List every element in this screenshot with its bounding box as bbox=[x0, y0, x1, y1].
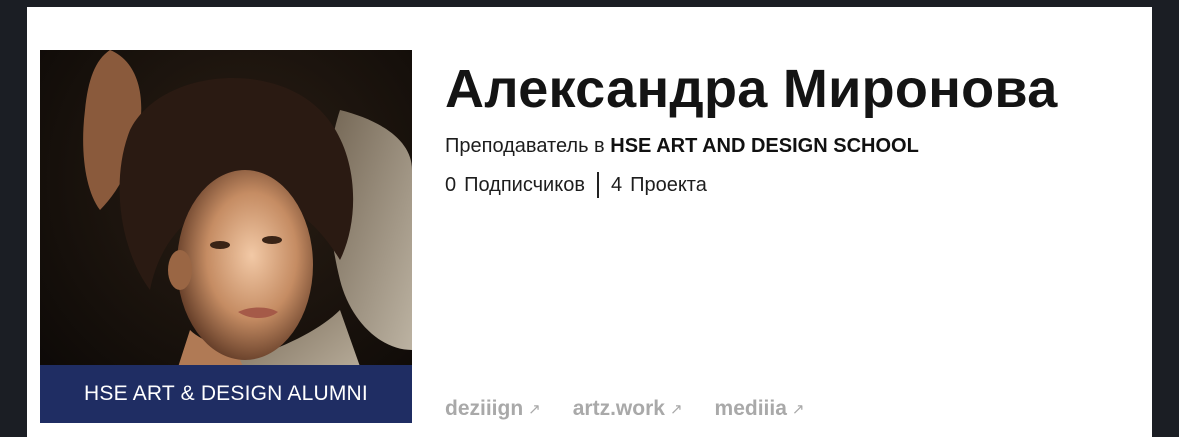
link-label: mediiia bbox=[714, 397, 787, 420]
link-label: artz.work bbox=[572, 397, 665, 420]
stats-divider bbox=[596, 172, 599, 198]
link-label: deziiign bbox=[445, 397, 524, 420]
external-arrow-icon: ↗ bbox=[528, 401, 541, 418]
role-organization[interactable]: HSE ART AND DESIGN SCHOOL bbox=[610, 135, 919, 157]
link-deziiign[interactable]: deziiign ↗ bbox=[445, 397, 541, 421]
external-arrow-icon: ↗ bbox=[669, 401, 683, 418]
role-prefix: Преподаватель в bbox=[445, 135, 605, 157]
profile-role: Преподаватель в HSE ART AND DESIGN SCHOO… bbox=[445, 135, 1135, 158]
followers-label[interactable]: Подписчиков bbox=[464, 174, 585, 197]
projects-label[interactable]: Проекта bbox=[630, 174, 707, 197]
external-links: deziiign ↗ artz.work ↗ mediiia ↗ bbox=[445, 397, 804, 421]
alumni-badge: HSE ART & DESIGN ALUMNI bbox=[40, 365, 412, 423]
profile-stats: 0 Подписчиков 4 Проекта bbox=[445, 172, 1135, 198]
followers-count: 0 bbox=[445, 173, 457, 196]
page-background: HSE ART & DESIGN ALUMNI Александра Мирон… bbox=[0, 0, 1179, 437]
link-mediiia[interactable]: mediiia ↗ bbox=[715, 397, 805, 421]
projects-count: 4 bbox=[610, 173, 623, 196]
profile-info: Александра Миронова Преподаватель в HSE … bbox=[445, 57, 1135, 198]
profile-card: HSE ART & DESIGN ALUMNI Александра Мирон… bbox=[27, 7, 1152, 437]
external-arrow-icon: ↗ bbox=[791, 401, 805, 418]
profile-name: Александра Миронова bbox=[445, 59, 1058, 119]
profile-photo: HSE ART & DESIGN ALUMNI bbox=[40, 50, 412, 423]
link-artz-work[interactable]: artz.work ↗ bbox=[573, 397, 683, 421]
